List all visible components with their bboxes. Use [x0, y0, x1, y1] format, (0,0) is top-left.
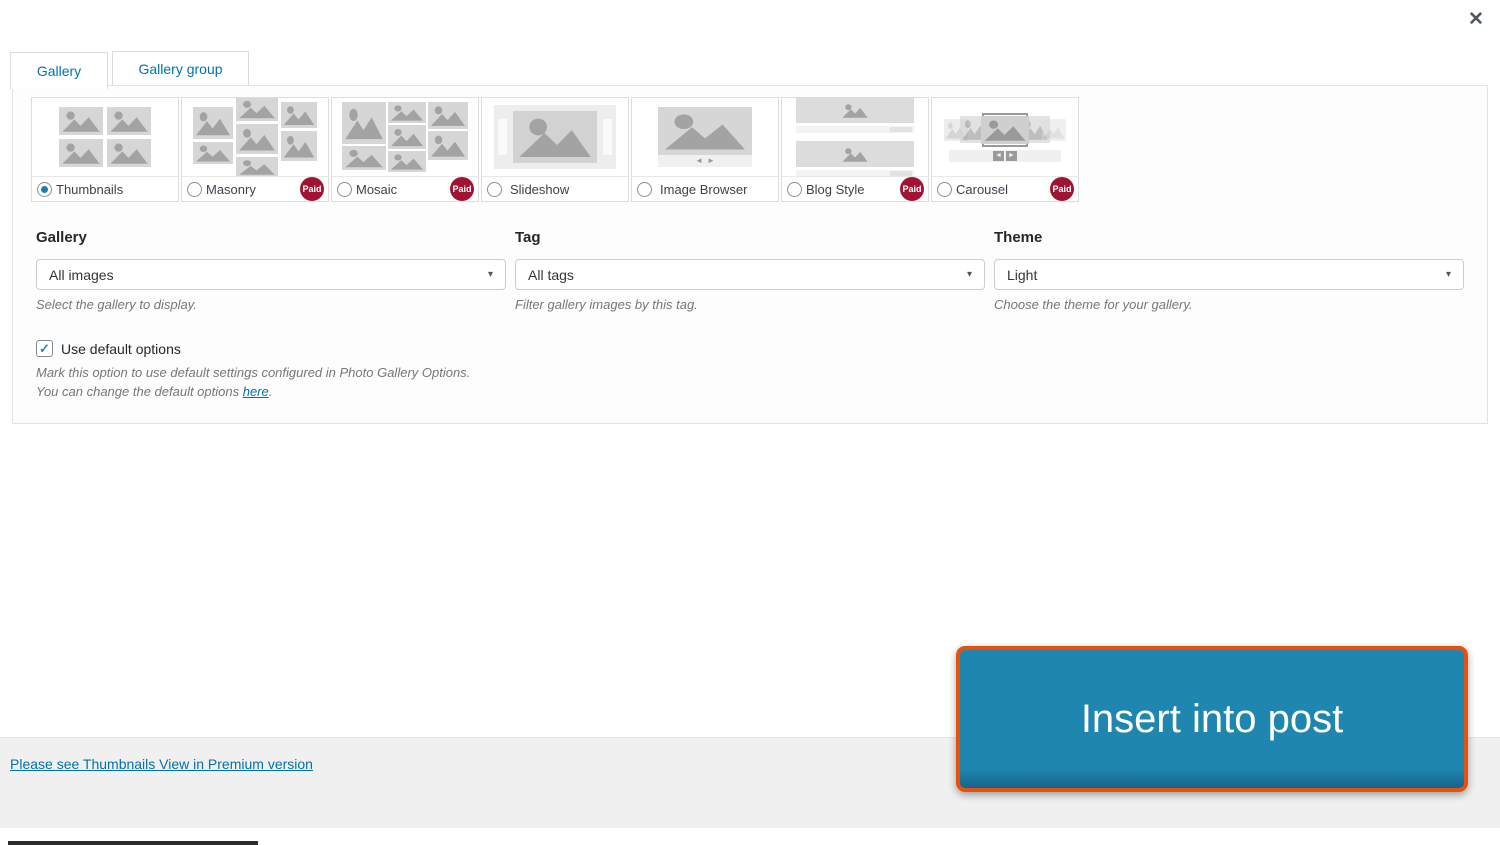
gallery-select[interactable]: All images ▾	[36, 259, 506, 290]
next-arrow-icon: ►	[1006, 150, 1017, 161]
close-icon[interactable]: ✕	[1464, 8, 1488, 32]
view-card-mosaic[interactable]: Mosaic Paid	[331, 97, 479, 202]
view-label: Carousel	[956, 181, 1009, 197]
view-card-blog-style[interactable]: Blog Style Paid	[781, 97, 929, 202]
theme-field-caption: Choose the theme for your gallery.	[994, 297, 1193, 312]
view-card-carousel[interactable]: ◄ ► Carousel Paid	[931, 97, 1079, 202]
bottom-edge-bar	[8, 841, 258, 845]
gallery-field-label: Gallery	[36, 229, 87, 246]
note-line2-prefix: You can change the default options	[36, 384, 243, 399]
view-label: Thumbnails	[56, 181, 124, 197]
prev-arrow-icon: ◄	[695, 156, 703, 165]
paid-badge: Paid	[300, 177, 324, 201]
dropdown-arrow-icon: ▾	[1445, 269, 1451, 280]
tag-select-value: All tags	[528, 266, 574, 283]
dropdown-arrow-icon: ▾	[966, 269, 972, 280]
default-options-here-link[interactable]: here	[243, 384, 269, 399]
insert-into-post-button[interactable]: Insert into post	[956, 646, 1468, 792]
thumbnails-radio[interactable]	[37, 181, 52, 197]
image-browser-radio[interactable]	[637, 181, 652, 197]
view-card-thumbnails[interactable]: Thumbnails	[31, 97, 179, 202]
thumbnails-preview-icon	[32, 98, 178, 177]
masonry-radio[interactable]	[187, 181, 202, 197]
slideshow-preview-icon	[482, 98, 628, 177]
blog-style-preview-icon	[782, 98, 928, 177]
gallery-select-value: All images	[49, 266, 114, 283]
view-label: Blog Style	[806, 181, 865, 197]
blog-style-radio[interactable]	[787, 181, 802, 197]
use-default-options-label[interactable]: Use default options	[61, 341, 181, 357]
slideshow-radio[interactable]	[487, 181, 502, 197]
prev-arrow-icon: ◄	[993, 150, 1004, 161]
view-type-list: Thumbnails Masonry Paid Mosaic Paid Slid…	[31, 97, 1079, 202]
mosaic-preview-icon	[332, 98, 478, 177]
use-default-options-checkbox[interactable]: ✓	[36, 340, 53, 357]
mosaic-radio[interactable]	[337, 181, 352, 197]
view-label: Image Browser	[660, 181, 748, 197]
view-label: Slideshow	[510, 181, 570, 197]
theme-select-value: Light	[1007, 266, 1038, 283]
default-options-note-line2: You can change the default options here.	[36, 382, 470, 401]
paid-badge: Paid	[900, 177, 924, 201]
view-card-masonry[interactable]: Masonry Paid	[181, 97, 329, 202]
tag-field-label: Tag	[515, 229, 541, 246]
next-arrow-icon: ►	[707, 156, 715, 165]
note-line2-suffix: .	[268, 384, 273, 399]
view-card-slideshow[interactable]: Slideshow	[481, 97, 629, 202]
gallery-field-caption: Select the gallery to display.	[36, 297, 197, 312]
paid-badge: Paid	[1050, 177, 1074, 201]
view-label: Masonry	[206, 181, 256, 197]
carousel-radio[interactable]	[937, 181, 952, 197]
masonry-preview-icon	[182, 98, 328, 177]
tab-gallery[interactable]: Gallery	[10, 52, 108, 89]
default-options-note-line1: Mark this option to use default settings…	[36, 365, 471, 380]
premium-version-link[interactable]: Please see Thumbnails View in Premium ve…	[10, 756, 313, 772]
view-card-image-browser[interactable]: ◄ ► Image Browser	[631, 97, 779, 202]
dropdown-arrow-icon: ▾	[487, 269, 493, 280]
view-label: Mosaic	[356, 181, 398, 197]
tag-select[interactable]: All tags ▾	[515, 259, 985, 290]
tab-gallery-group[interactable]: Gallery group	[112, 51, 249, 87]
tag-field-caption: Filter gallery images by this tag.	[515, 297, 698, 312]
carousel-preview-icon: ◄ ►	[932, 98, 1078, 177]
image-browser-preview-icon: ◄ ►	[632, 98, 778, 177]
theme-select[interactable]: Light ▾	[994, 259, 1464, 290]
theme-field-label: Theme	[994, 229, 1043, 246]
paid-badge: Paid	[450, 177, 474, 201]
